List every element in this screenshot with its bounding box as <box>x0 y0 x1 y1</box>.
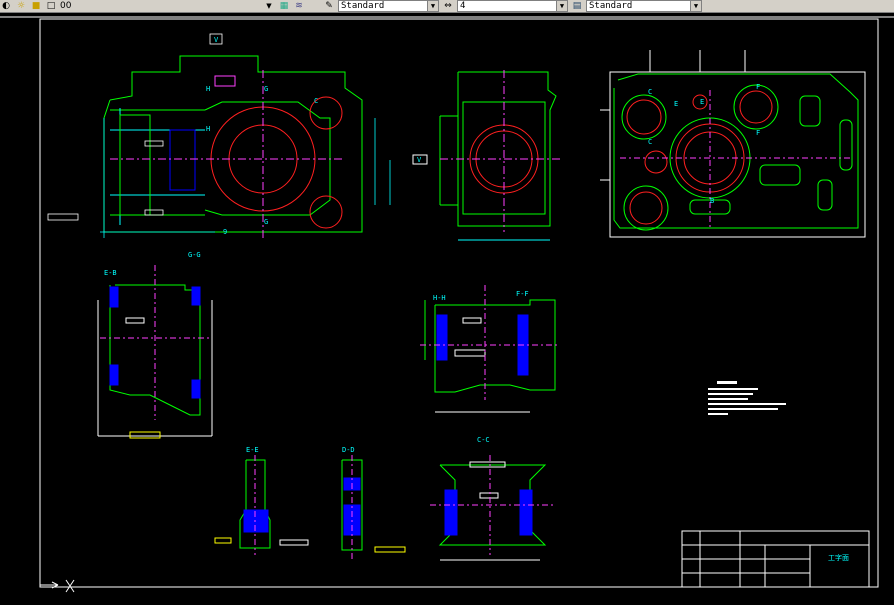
section-ee <box>214 459 309 549</box>
dim-value: 4 <box>460 1 466 11</box>
sun-icon[interactable]: ☼ <box>15 1 27 11</box>
section-cc-centerlines <box>430 455 555 555</box>
dropdown-arrow-icon[interactable]: ▼ <box>263 1 275 11</box>
marker-f-tr1: F <box>756 83 760 91</box>
ucs-icon <box>39 574 75 593</box>
section-cc <box>438 461 547 561</box>
drawing-canvas[interactable]: 工字面 E-B G-G H-H F-F E-E D-D C-C H G H G … <box>0 13 894 605</box>
label-ff: F-F <box>516 290 529 298</box>
table-style-value: Standard <box>589 1 633 11</box>
marker-h-mid: H <box>206 125 210 133</box>
label-hh: H-H <box>433 294 446 302</box>
marker-c-tr2: C <box>648 138 652 146</box>
label-ee: E-E <box>246 446 259 454</box>
side-view <box>412 71 557 241</box>
marker-v-side: V <box>417 156 422 164</box>
label-eb: E-B <box>104 269 117 277</box>
chevron-down-icon[interactable]: ▼ <box>556 1 567 11</box>
marker-v-top: V <box>214 36 219 44</box>
top-right-view <box>600 50 866 238</box>
marker-g-bottom: G <box>264 218 268 226</box>
marker-g-top: G <box>264 85 268 93</box>
dim-combo[interactable]: 4 ▼ <box>457 0 568 12</box>
table-style-combo[interactable]: Standard ▼ <box>586 0 702 12</box>
section-labels: E-B G-G H-H F-F E-E D-D C-C <box>104 251 529 454</box>
marker-f-tr2: F <box>756 129 760 137</box>
dim-style-icon[interactable]: ⇔ <box>442 1 454 11</box>
marker-c-tr1: C <box>648 88 652 96</box>
layer-tools-icon[interactable]: ▦ <box>278 1 290 11</box>
text-style-combo[interactable]: Standard ▼ <box>338 0 439 12</box>
marker-e-tr2: E <box>700 98 704 106</box>
layer-stack-icon[interactable]: ≋ <box>293 1 305 11</box>
chevron-down-icon[interactable]: ▼ <box>690 1 701 11</box>
color-square-icon[interactable]: ■ <box>30 1 42 11</box>
marker-b-tr: B <box>710 197 714 205</box>
drawing-frame <box>39 18 879 588</box>
marker-h-top: H <box>206 85 210 93</box>
front-circles <box>210 96 343 229</box>
section-dd <box>341 459 406 553</box>
marker-c-left: C <box>314 97 318 105</box>
toolbar: ◐ ☼ ■ □ 00 ▼ ▦ ≋ ✎ Standard ▼ ⇔ 4 ▼ ▤ St… <box>0 0 894 13</box>
technical-notes <box>708 381 786 415</box>
table-style-icon[interactable]: ▤ <box>571 1 583 11</box>
marker-e-tr1: E <box>674 100 678 108</box>
label-dd: D-D <box>342 446 355 454</box>
text-style-value: Standard <box>341 1 385 11</box>
layer-value[interactable]: 00 <box>60 1 260 11</box>
text-style-icon[interactable]: ✎ <box>323 1 335 11</box>
label-cc: C-C <box>477 436 490 444</box>
layer-bulb-icon[interactable]: ◐ <box>0 1 12 11</box>
top-right-centerlines <box>620 90 850 230</box>
layer-square-icon[interactable]: □ <box>45 1 57 11</box>
marker-nine: 9 <box>223 228 227 236</box>
title-block-title: 工字面 <box>828 553 849 562</box>
section-hh-ff <box>424 299 556 413</box>
label-gg: G-G <box>188 251 201 259</box>
chevron-down-icon[interactable]: ▼ <box>427 1 438 11</box>
front-dims <box>47 33 391 238</box>
